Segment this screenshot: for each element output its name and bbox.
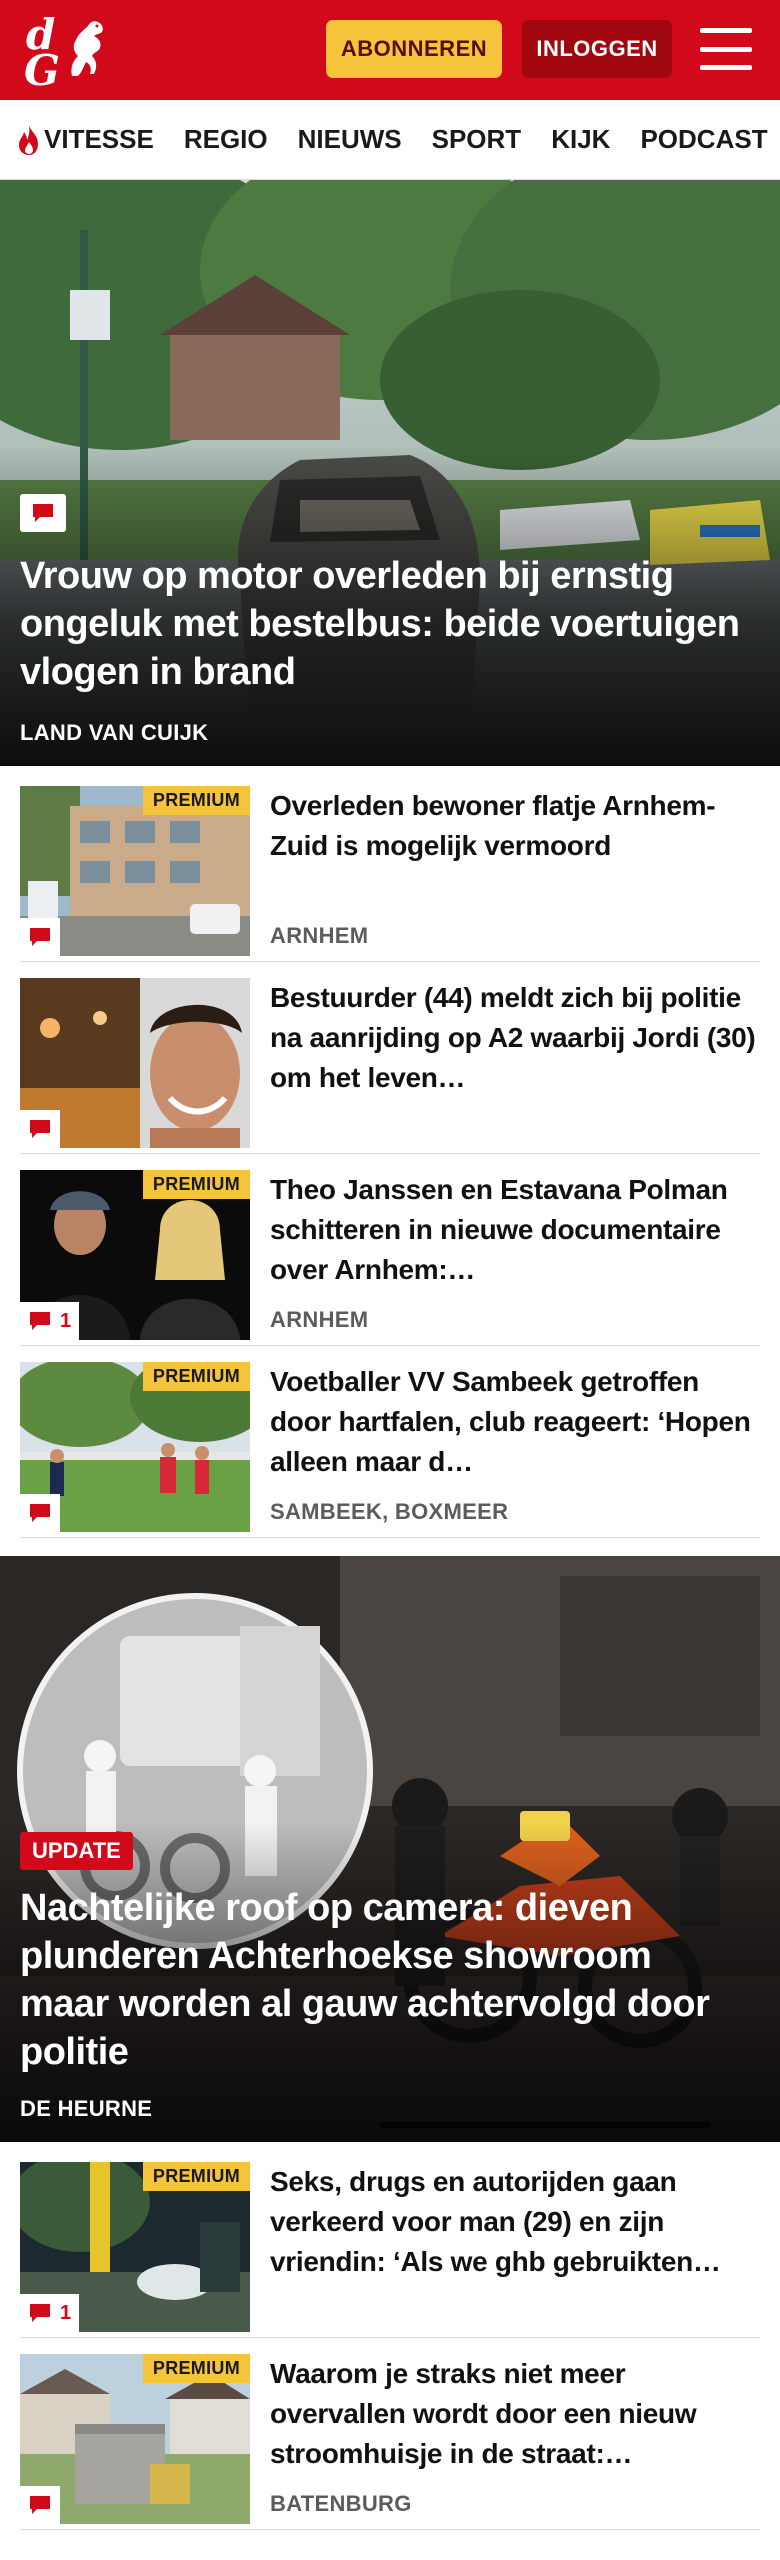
dg-logo[interactable]: d G [20, 8, 112, 95]
comment-icon [30, 2304, 50, 2322]
article-text: Overleden bewoner flatje Arn­hem-Zuid is… [250, 786, 760, 961]
nav-item-sport[interactable]: SPORT [432, 124, 522, 155]
list-item[interactable]: PREMIUM Voetballer VV Sambeek getroffen … [20, 1362, 760, 1538]
list-item[interactable]: PREMIUM 1 Theo Janssen en Estavana Polma… [20, 1170, 760, 1346]
premium-badge: PREMIUM [142, 1170, 250, 1199]
article-text: Bestuurder (44) meldt zich bij politie n… [250, 978, 760, 1153]
article-text: Seks, drugs en autorijden gaan verkeerd … [250, 2162, 760, 2337]
comment-icon [30, 1504, 50, 1522]
article-thumbnail: PREMIUM [20, 1362, 250, 1532]
nav-item-nieuws[interactable]: NIEUWS [298, 124, 402, 155]
article-list: PREMIUM 1 Seks, drugs en autorijden gaan… [0, 2142, 780, 2530]
nav-item-vitesse[interactable]: VITESSE [16, 124, 154, 156]
comment-icon [33, 504, 53, 522]
hero-location: LAND VAN CUIJK [20, 720, 209, 745]
comment-badge: 1 [20, 2294, 80, 2332]
nav-item-podcast[interactable]: PODCAST [640, 124, 767, 155]
hero-title[interactable]: Vrouw op motor overleden bij ernstig ong… [20, 552, 744, 696]
hero-title[interactable]: Nachtelijke roof op camera: dieven plund… [20, 1884, 744, 2076]
hero-article-showroom[interactable]: UPDATE Nachtelijke roof op camera: dieve… [0, 1556, 780, 2142]
flame-icon [19, 124, 38, 155]
premium-badge: PREMIUM [142, 2354, 250, 2383]
article-title[interactable]: Overleden bewoner flatje Arn­hem-Zuid is… [270, 786, 760, 866]
comment-icon [30, 1120, 50, 1138]
comment-badge [20, 1494, 60, 1532]
article-text: Theo Janssen en Estavana Polman schitter… [250, 1170, 760, 1345]
hero-location: DE HEURNE [20, 2096, 153, 2121]
comment-icon [30, 1312, 50, 1330]
article-location: ARNHEM [270, 923, 369, 948]
comment-badge [20, 1110, 60, 1148]
list-item[interactable]: Bestuurder (44) meldt zich bij politie n… [20, 978, 760, 1154]
section-nav: VITESSE REGIO NIEUWS SPORT KIJK PODCAST [0, 100, 780, 180]
comment-badge [20, 918, 60, 956]
comment-count: 1 [60, 2301, 72, 2324]
list-item[interactable]: PREMIUM 1 Seks, drugs en autorijden gaan… [20, 2162, 760, 2338]
nav-item-kijk[interactable]: KIJK [551, 124, 610, 155]
article-location: BATENBURG [270, 2491, 412, 2516]
comment-icon [30, 2496, 50, 2514]
update-badge: UPDATE [20, 1832, 133, 1870]
article-thumbnail: PREMIUM 1 [20, 1170, 250, 1340]
menu-bar [700, 65, 752, 70]
article-thumbnail: PREMIUM [20, 2354, 250, 2524]
menu-bar [700, 46, 752, 52]
rampant-lion-icon [71, 21, 103, 76]
premium-badge: PREMIUM [142, 2162, 250, 2191]
article-title[interactable]: Seks, drugs en autorijden gaan verkeerd … [270, 2162, 760, 2282]
article-location: SAMBEEK, BOXMEER [270, 1499, 509, 1524]
top-bar: d G ABONNEREN INLOGGEN [0, 0, 780, 100]
article-text: Voetballer VV Sambeek getroffen door har… [250, 1362, 760, 1537]
nav-label: VITESSE [44, 124, 154, 154]
subscribe-button[interactable]: ABONNEREN [326, 20, 502, 78]
menu-bar [700, 28, 752, 33]
article-list: PREMIUM Overleden bewoner flatje Arn­hem… [0, 766, 780, 1538]
article-thumbnail [20, 978, 250, 1148]
hero-article[interactable]: Vrouw op motor overleden bij ernstig ong… [0, 180, 780, 766]
article-text: Waarom je straks niet meer overvallen wo… [250, 2354, 760, 2529]
article-title[interactable]: Theo Janssen en Estavana Polman schitter… [270, 1170, 760, 1290]
premium-badge: PREMIUM [142, 1362, 250, 1391]
premium-badge: PREMIUM [142, 786, 250, 815]
nav-item-regio[interactable]: REGIO [184, 124, 268, 155]
comment-badge [20, 494, 66, 532]
article-thumbnail: PREMIUM 1 [20, 2162, 250, 2332]
menu-icon[interactable] [700, 28, 752, 70]
login-button[interactable]: INLOGGEN [522, 20, 672, 78]
comment-badge [20, 2486, 60, 2524]
article-title[interactable]: Bestuurder (44) meldt zich bij politie n… [270, 978, 760, 1098]
list-item[interactable]: PREMIUM Overleden bewoner flatje Arn­hem… [20, 786, 760, 962]
article-thumbnail: PREMIUM [20, 786, 250, 956]
logo-letter-g: G [24, 46, 60, 95]
comment-badge: 1 [20, 1302, 80, 1340]
article-title[interactable]: Waarom je straks niet meer overvallen wo… [270, 2354, 760, 2474]
comment-count: 1 [60, 1309, 72, 1332]
list-item[interactable]: PREMIUM Waarom je straks niet meer overv… [20, 2354, 760, 2530]
comment-icon [30, 928, 50, 946]
article-location: ARNHEM [270, 1307, 369, 1332]
article-title[interactable]: Voetballer VV Sambeek getroffen door har… [270, 1362, 760, 1482]
